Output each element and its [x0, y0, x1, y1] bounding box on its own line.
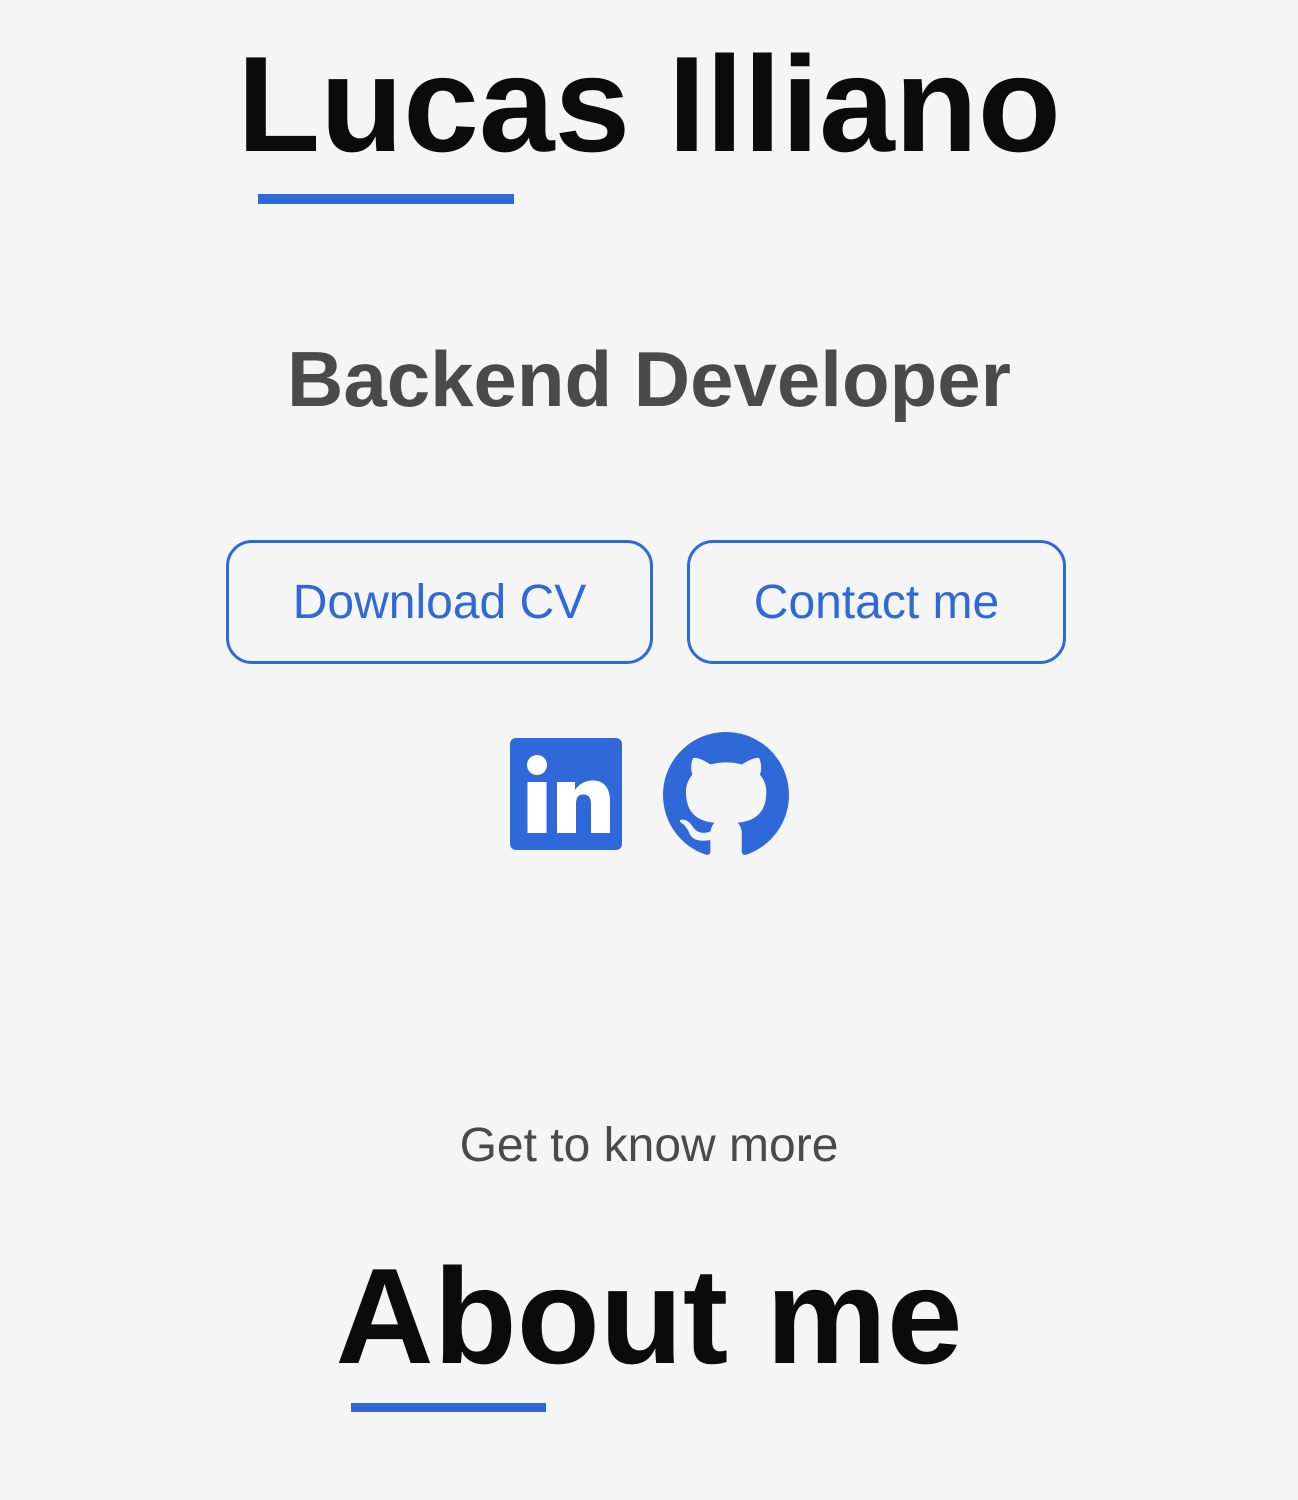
contact-me-button[interactable]: Contact me — [687, 540, 1066, 664]
linkedin-link[interactable] — [510, 738, 622, 850]
profile-name: Lucas Illiano — [237, 28, 1061, 180]
about-kicker: Get to know more — [459, 1119, 839, 1172]
github-icon — [663, 732, 789, 855]
download-cv-button[interactable]: Download CV — [226, 540, 653, 664]
about-title: About me — [335, 1240, 963, 1392]
profile-role: Backend Developer — [287, 335, 1011, 423]
name-underline — [258, 194, 514, 204]
linkedin-icon — [510, 738, 622, 850]
about-underline — [351, 1403, 546, 1412]
github-link[interactable] — [663, 732, 789, 858]
